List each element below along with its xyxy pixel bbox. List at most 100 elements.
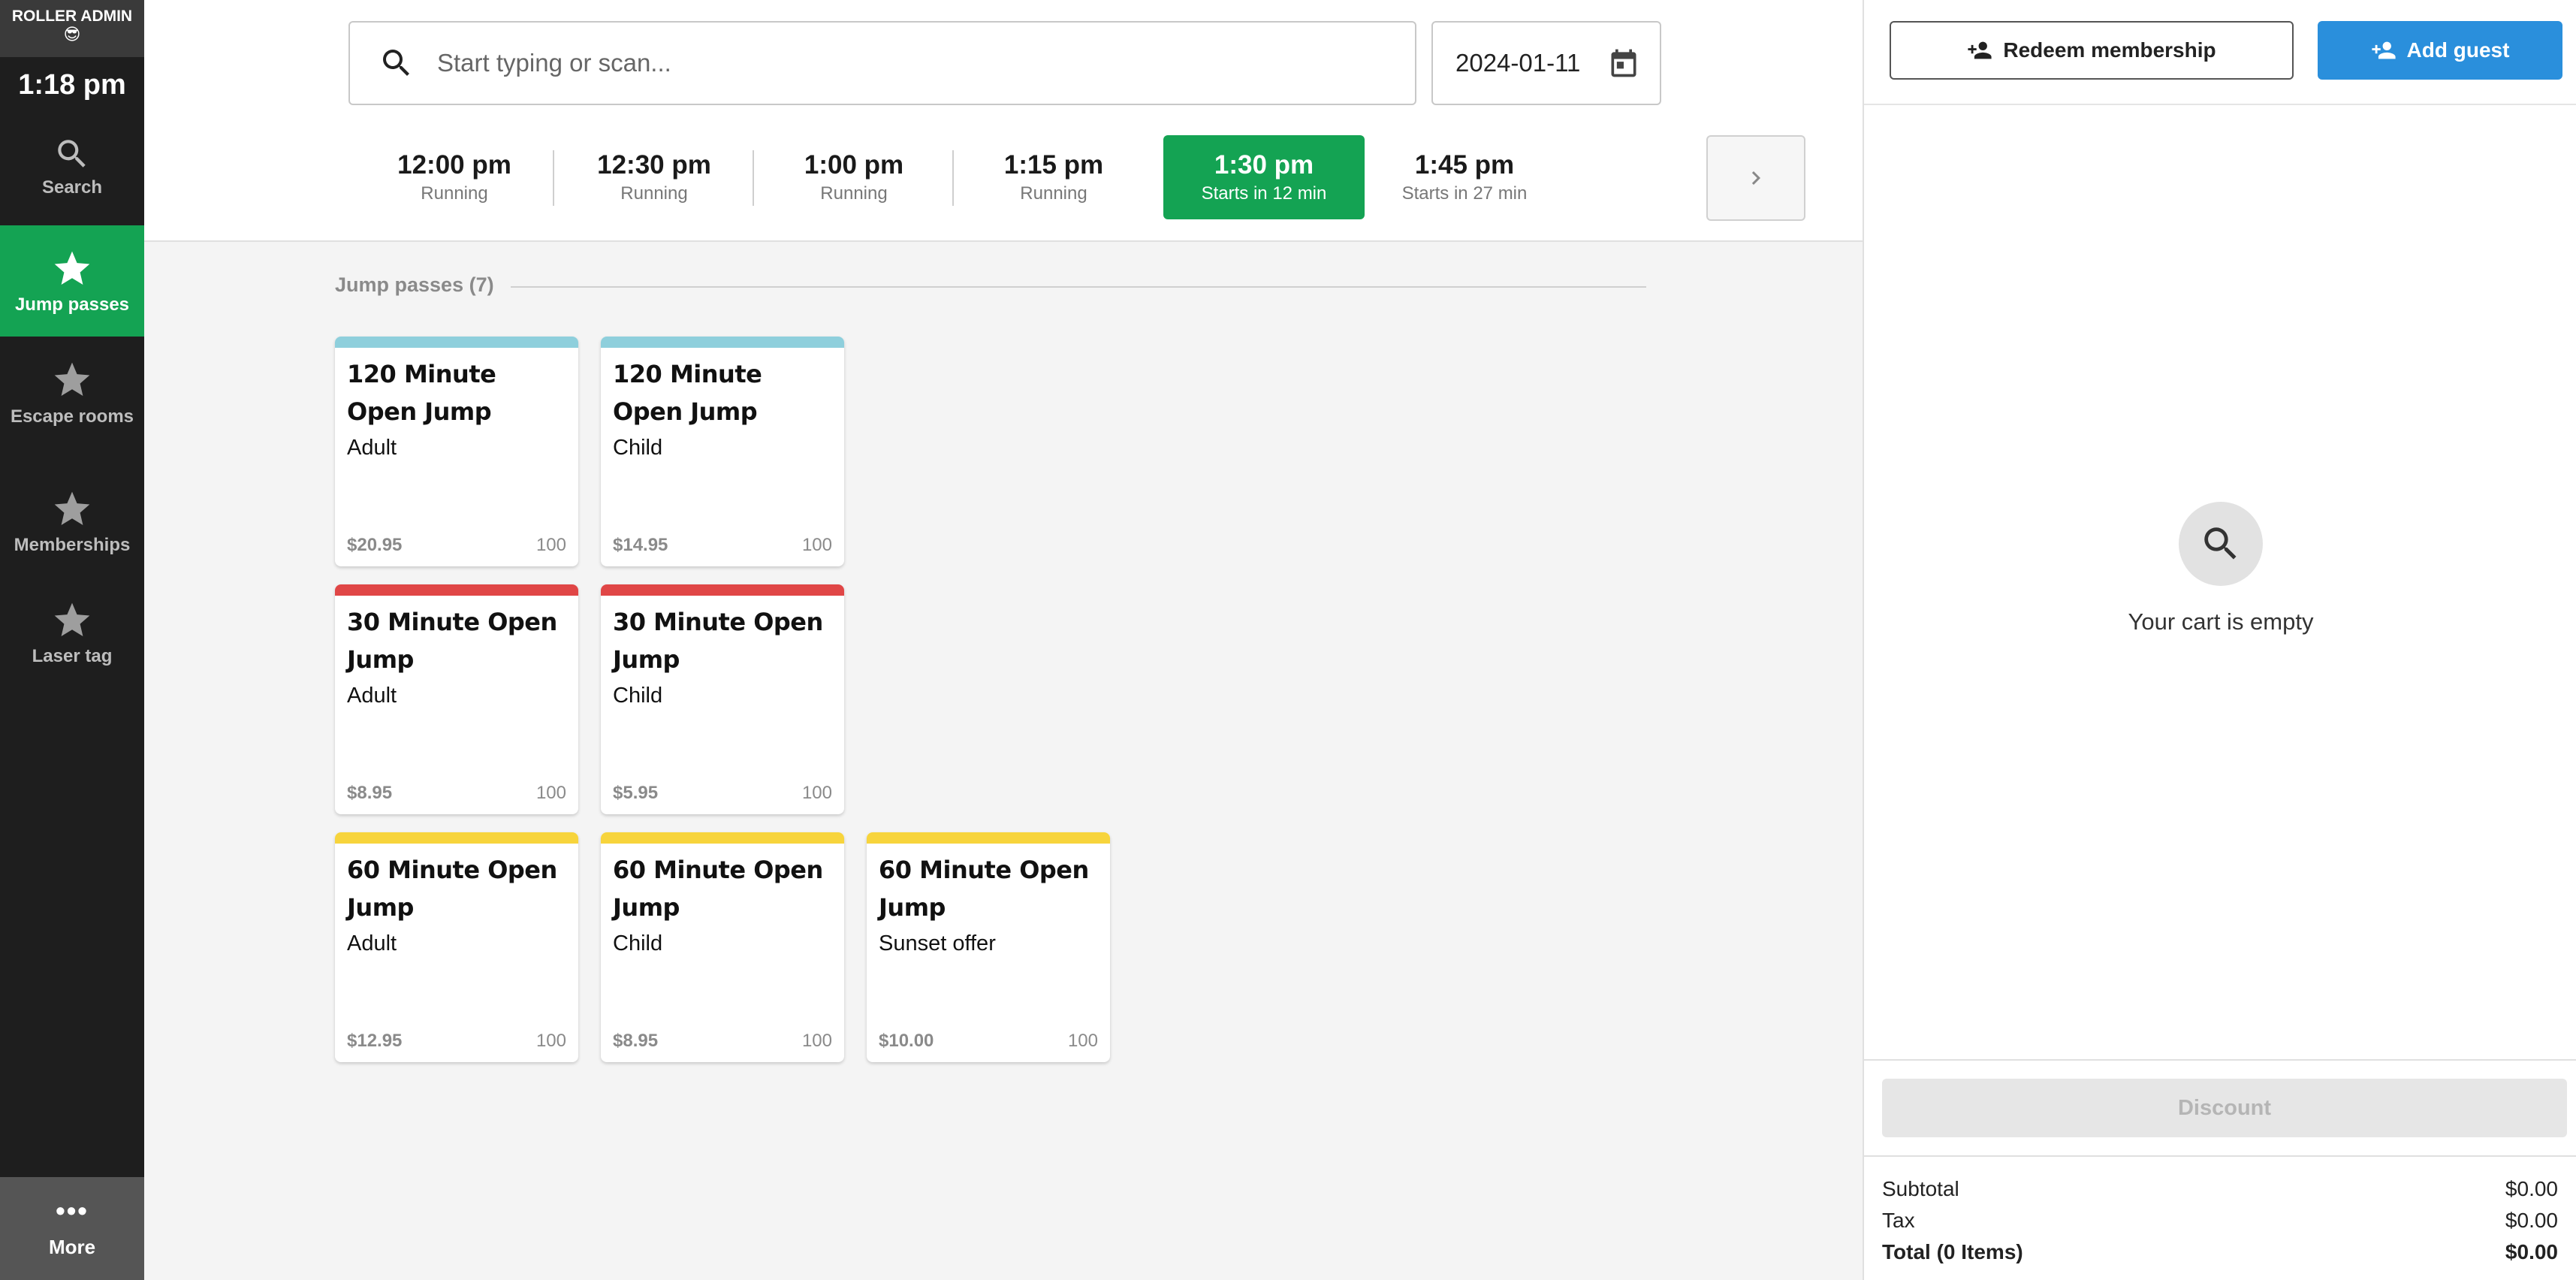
product-price: $12.95: [347, 1031, 403, 1051]
date-picker[interactable]: 2024-01-11: [1431, 21, 1661, 105]
next-time-slots-button[interactable]: [1706, 135, 1805, 221]
section-title: Jump passes (7): [335, 273, 494, 296]
sidebar-item-label: Memberships: [14, 535, 131, 555]
product-variant: Child: [613, 436, 663, 460]
search-input[interactable]: [437, 49, 1338, 77]
subtotal-row: Subtotal $0.00: [1882, 1173, 2558, 1205]
time-slot[interactable]: 12:00 pm Running: [354, 135, 554, 219]
product-name: 120 Minute Open Jump: [613, 360, 762, 426]
tax-label: Tax: [1882, 1209, 1915, 1232]
tax-value: $0.00: [2505, 1209, 2558, 1232]
sidebar-item-laser-tag[interactable]: Laser tag: [0, 577, 144, 690]
more-label: More: [48, 1236, 96, 1258]
calendar-icon[interactable]: [1607, 47, 1640, 80]
sidebar-item-jump-passes[interactable]: Jump passes: [0, 225, 144, 337]
add-person-icon: [2371, 41, 2396, 59]
time-slot-status: Running: [820, 183, 888, 204]
empty-cart-message: Your cart is empty: [2128, 608, 2314, 635]
discount-button[interactable]: Discount: [1882, 1079, 2567, 1137]
product-variant: Adult: [347, 684, 397, 708]
product-card[interactable]: 120 Minute Open Jump Adult $20.95 100: [335, 337, 578, 566]
product-name: 30 Minute Open Jump: [613, 608, 823, 674]
sidebar-item-escape-rooms[interactable]: Escape rooms: [0, 337, 144, 466]
sidebar-item-label: Jump passes: [14, 294, 130, 315]
product-color-bar: [601, 337, 844, 348]
product-variant: Sunset offer: [879, 931, 996, 955]
product-price: $8.95: [613, 1031, 659, 1051]
redeem-membership-label: Redeem membership: [2003, 38, 2216, 62]
product-name: 120 Minute Open Jump: [347, 360, 496, 426]
more-dots-icon: •••: [56, 1195, 89, 1226]
product-quantity: 100: [535, 535, 566, 555]
divider: [1864, 1059, 2576, 1061]
product-color-bar: [601, 832, 844, 844]
brand-emoji: 😎: [63, 25, 81, 44]
star-icon: [54, 251, 90, 285]
time-slot-status: Running: [421, 183, 488, 204]
header: 2024-01-11 12:00 pm Running 12:30 pm Run…: [144, 0, 1863, 242]
time-slot[interactable]: 12:30 pm Running: [554, 135, 754, 219]
sidebar-item-search[interactable]: Search: [0, 113, 144, 225]
time-slot[interactable]: 1:45 pm Starts in 27 min: [1365, 135, 1564, 219]
sidebar-item-memberships[interactable]: Memberships: [0, 466, 144, 577]
more-button[interactable]: ••• More: [0, 1177, 144, 1280]
time-slot[interactable]: 1:15 pm Running: [954, 135, 1154, 219]
total-value: $0.00: [2505, 1240, 2558, 1263]
redeem-membership-button[interactable]: Redeem membership: [1890, 21, 2294, 80]
product-price: $20.95: [347, 535, 403, 555]
cart-totals: Subtotal $0.00 Tax $0.00 Total (0 Items)…: [1882, 1173, 2558, 1268]
time-slot-status: Running: [1020, 183, 1087, 204]
product-quantity: 100: [535, 1031, 566, 1051]
sidebar-item-label: Laser tag: [32, 646, 113, 666]
search-icon: [2204, 527, 2237, 560]
product-card[interactable]: 30 Minute Open Jump Adult $8.95 100: [335, 584, 578, 814]
divider: [1864, 1155, 2576, 1157]
product-name: 30 Minute Open Jump: [347, 608, 557, 674]
time-slot-time: 1:45 pm: [1414, 150, 1515, 180]
product-quantity: 100: [535, 783, 566, 803]
star-icon: [54, 362, 90, 396]
product-color-bar: [601, 584, 844, 596]
sidebar: ROLLER ADMIN 😎 1:18 pm Search Jump passe…: [0, 0, 144, 1280]
empty-cart-circle: [2179, 502, 2263, 586]
product-card[interactable]: 60 Minute Open Jump Adult $12.95 100: [335, 832, 578, 1062]
subtotal-value: $0.00: [2505, 1177, 2558, 1200]
time-slot[interactable]: 1:00 pm Running: [754, 135, 954, 219]
product-card[interactable]: 60 Minute Open Jump Sunset offer $10.00 …: [867, 832, 1110, 1062]
time-slot-time: 12:00 pm: [397, 150, 511, 180]
clock: 1:18 pm: [18, 69, 126, 101]
tax-row: Tax $0.00: [1882, 1205, 2558, 1236]
section-divider: [511, 286, 1646, 288]
sidebar-item-label: Search: [41, 177, 103, 198]
product-card[interactable]: 120 Minute Open Jump Child $14.95 100: [601, 337, 844, 566]
sidebar-item-label: Escape rooms: [10, 406, 134, 427]
product-variant: Child: [613, 931, 663, 955]
product-quantity: 100: [1067, 1031, 1098, 1051]
total-label: Total (0 Items): [1882, 1240, 2023, 1263]
time-slot-time: 12:30 pm: [597, 150, 711, 180]
product-price: $14.95: [613, 535, 668, 555]
brand-name: ROLLER ADMIN: [11, 8, 133, 25]
product-variant: Adult: [347, 436, 397, 460]
total-row: Total (0 Items) $0.00: [1882, 1236, 2558, 1268]
product-card[interactable]: 30 Minute Open Jump Child $5.95 100: [601, 584, 844, 814]
add-guest-label: Add guest: [2406, 38, 2510, 62]
cart-empty-state: Your cart is empty: [1864, 502, 2576, 635]
product-price: $5.95: [613, 783, 659, 803]
product-name: 60 Minute Open Jump: [879, 856, 1089, 922]
product-color-bar: [867, 832, 1110, 844]
product-quantity: 100: [801, 783, 832, 803]
product-color-bar: [335, 584, 578, 596]
search-icon: [383, 50, 409, 76]
add-person-icon: [1968, 41, 1992, 59]
product-card[interactable]: 60 Minute Open Jump Child $8.95 100: [601, 832, 844, 1062]
time-slot-status: Starts in 12 min: [1201, 183, 1327, 204]
search-box[interactable]: [348, 21, 1416, 105]
product-price: $8.95: [347, 783, 393, 803]
time-slot-time: 1:00 pm: [804, 150, 904, 180]
time-slot-selected[interactable]: 1:30 pm Starts in 12 min: [1163, 135, 1365, 219]
product-price: $10.00: [879, 1031, 934, 1051]
product-name: 60 Minute Open Jump: [347, 856, 557, 922]
add-guest-button[interactable]: Add guest: [2318, 21, 2562, 80]
subtotal-label: Subtotal: [1882, 1177, 1959, 1200]
